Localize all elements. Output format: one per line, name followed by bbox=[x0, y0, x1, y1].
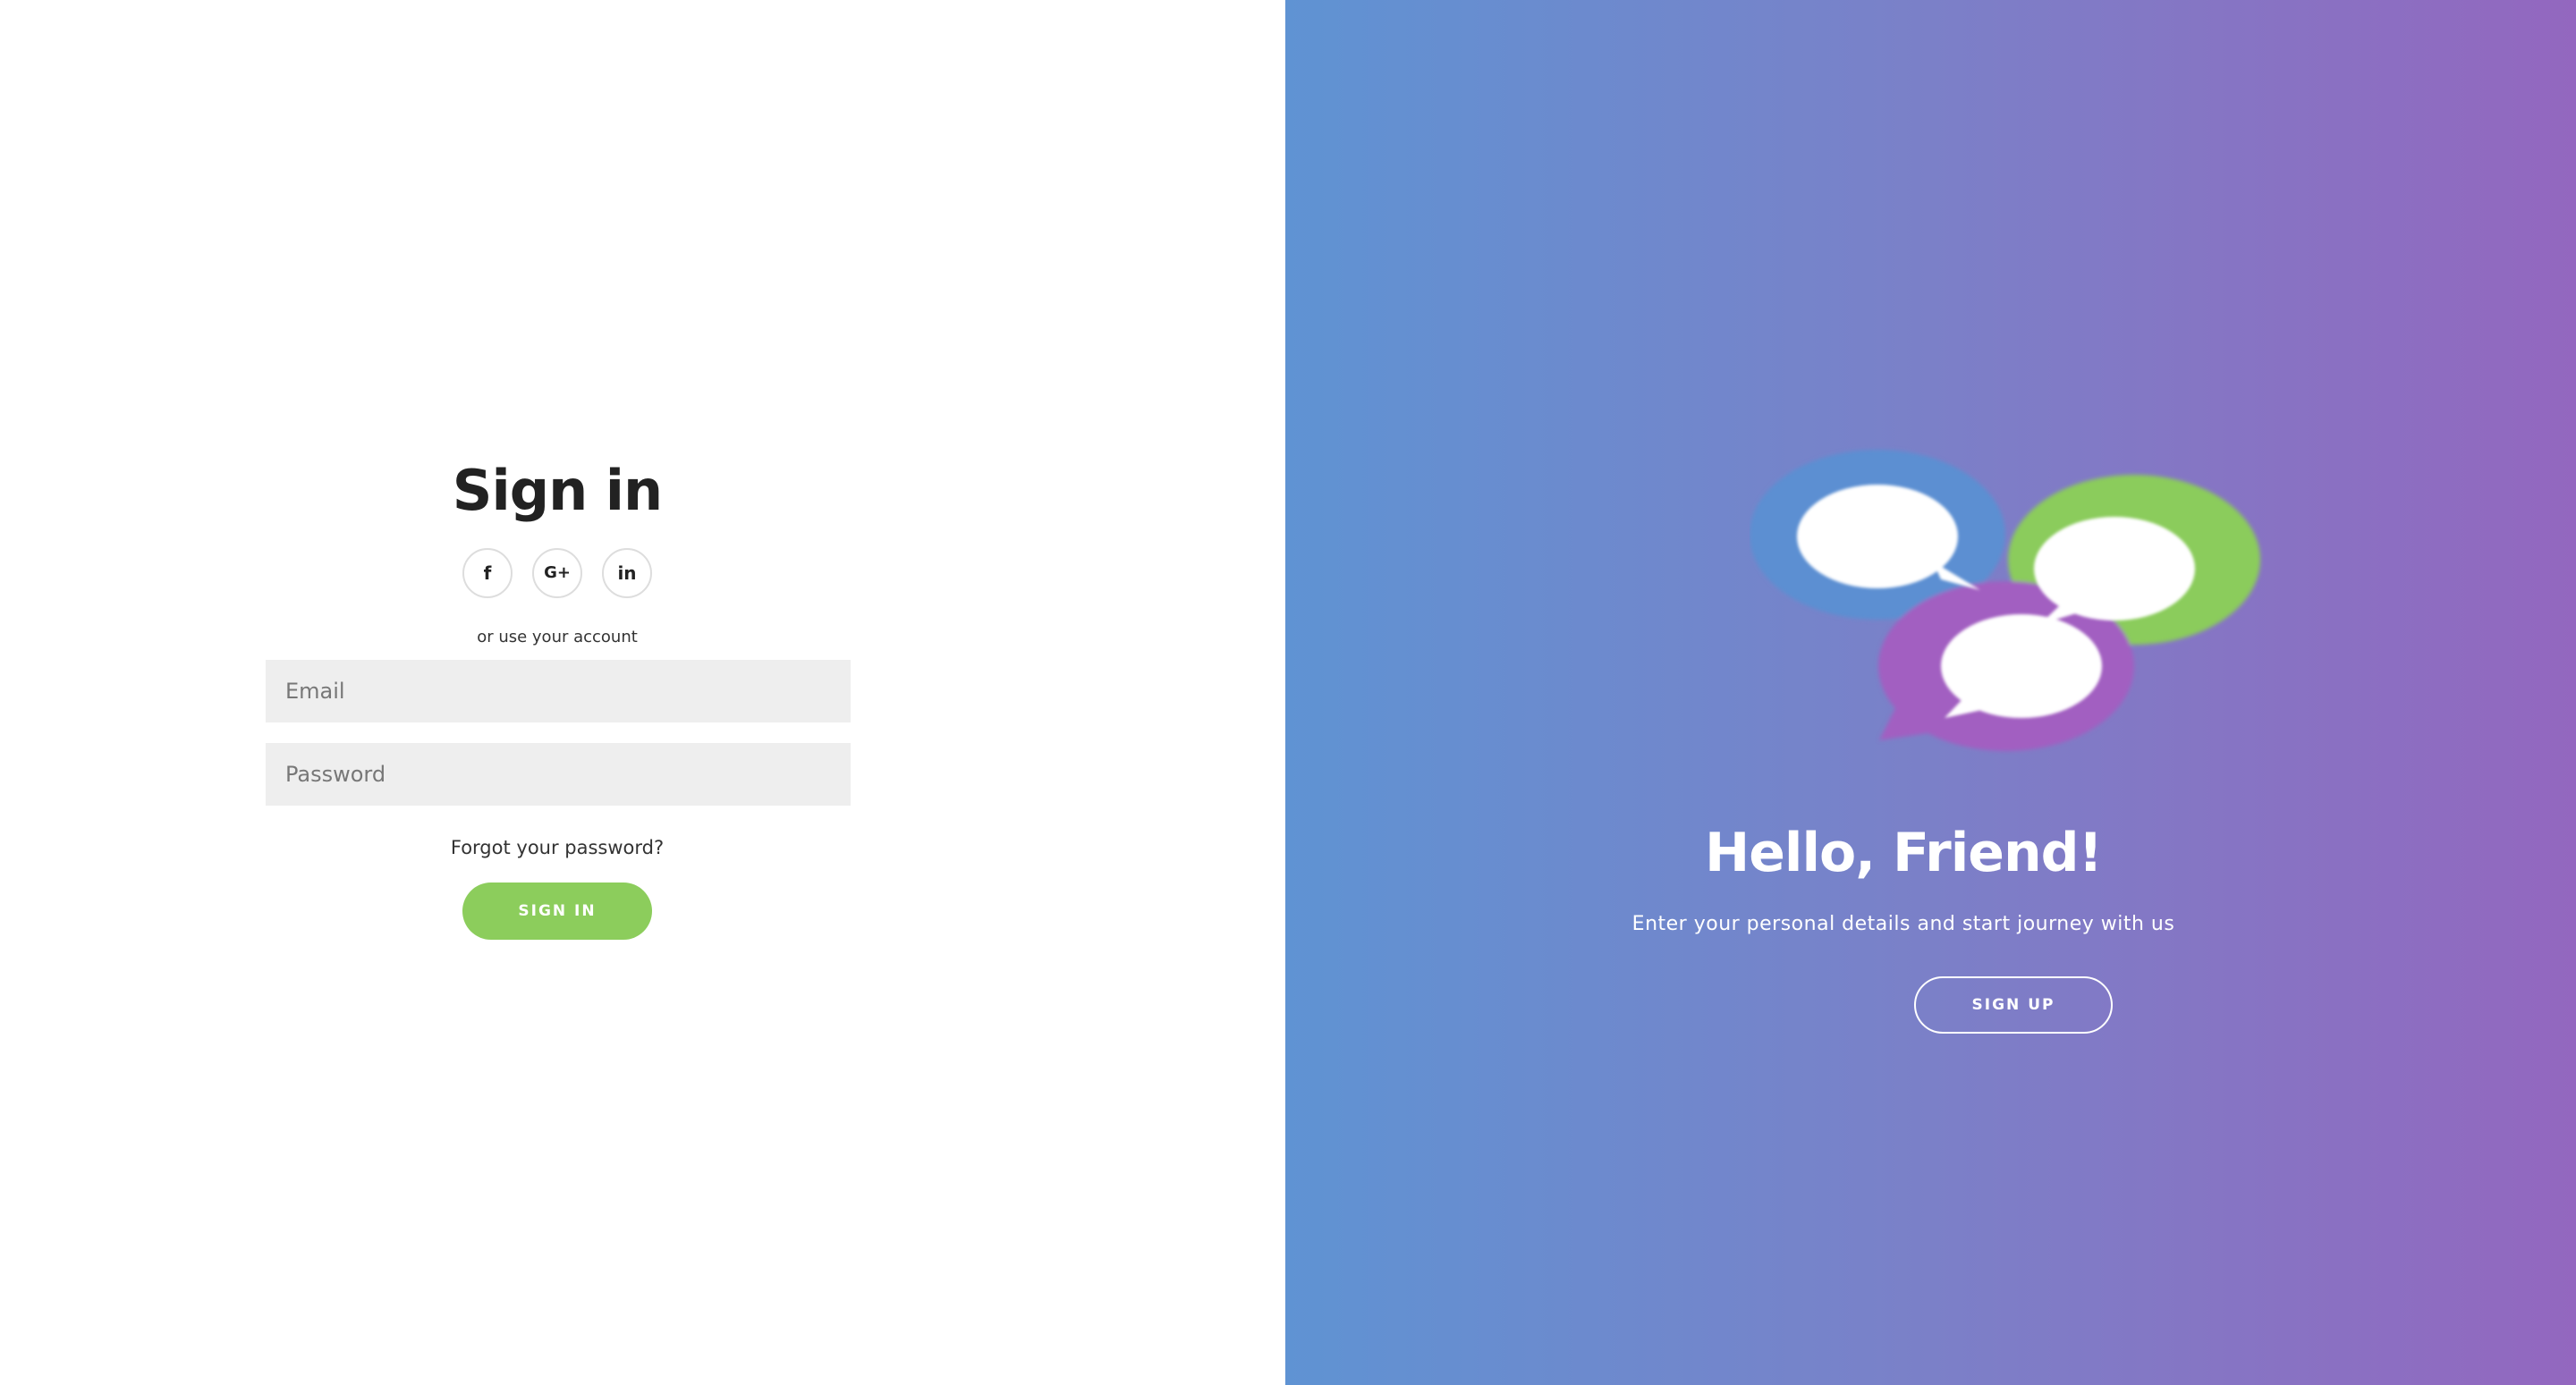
chat-bubbles-icon bbox=[1750, 450, 2260, 751]
signin-panel: Sign in f G+ in or use your account Forg… bbox=[0, 0, 1285, 1385]
signup-overlay-panel: Hello, Friend! Enter your personal detai… bbox=[1285, 0, 2576, 1385]
linkedin-button[interactable]: in bbox=[602, 548, 652, 598]
alt-signin-text: or use your account bbox=[477, 628, 638, 646]
signup-button[interactable]: SIGN UP bbox=[1914, 976, 2113, 1034]
auth-page: Sign in f G+ in or use your account Forg… bbox=[0, 0, 2576, 1385]
facebook-icon: f bbox=[483, 562, 492, 584]
facebook-button[interactable]: f bbox=[462, 548, 513, 598]
signin-title: Sign in bbox=[452, 458, 663, 523]
hello-subtitle: Enter your personal details and start jo… bbox=[1631, 913, 2175, 935]
google-plus-icon: G+ bbox=[544, 563, 571, 582]
email-field[interactable] bbox=[266, 660, 851, 722]
linkedin-icon: in bbox=[617, 562, 637, 584]
hello-title: Hello, Friend! bbox=[1705, 822, 2103, 884]
password-field[interactable] bbox=[266, 743, 851, 806]
forgot-password-link[interactable]: Forgot your password? bbox=[0, 834, 1114, 861]
signin-button[interactable]: SIGN IN bbox=[462, 883, 652, 940]
google-plus-button[interactable]: G+ bbox=[532, 548, 582, 598]
